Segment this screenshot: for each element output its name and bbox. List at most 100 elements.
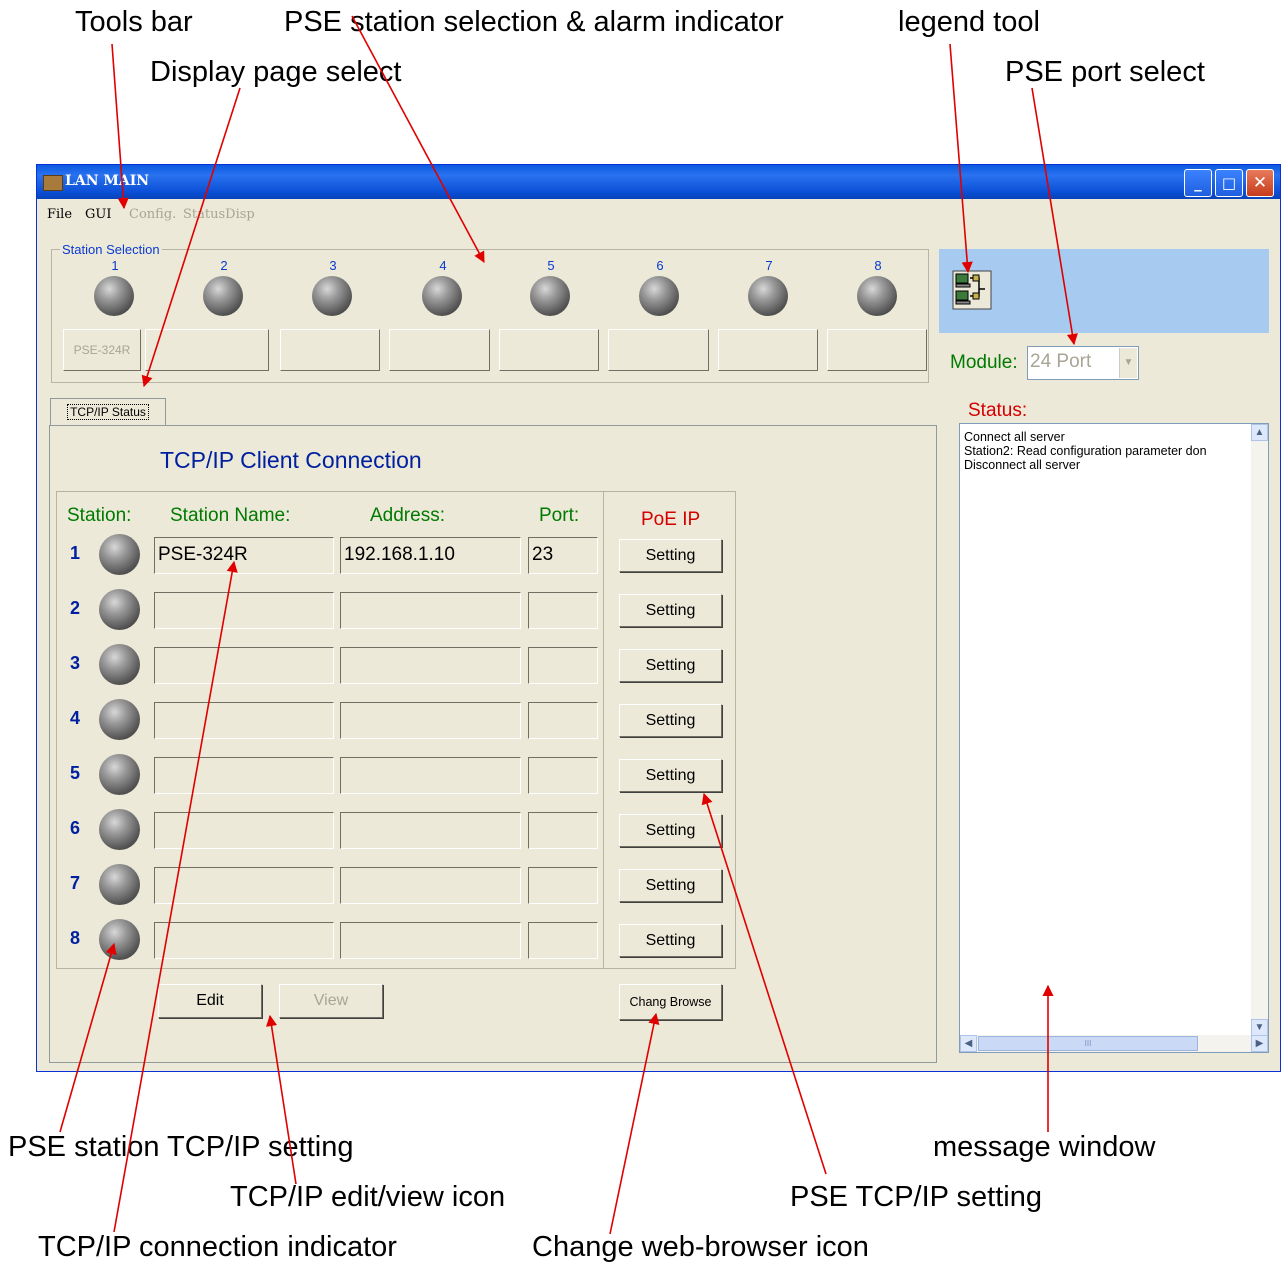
station-button-2[interactable]: [145, 329, 269, 371]
callout-tcpip-edit-view-icon: TCP/IP edit/view icon: [230, 1181, 506, 1213]
port-field[interactable]: [528, 922, 598, 959]
station-name-field[interactable]: [154, 702, 334, 739]
status-label: Status:: [968, 400, 1028, 421]
station-name-field[interactable]: [154, 757, 334, 794]
port-field[interactable]: 23: [528, 537, 598, 574]
station-alarm-led-1: [94, 276, 134, 316]
station-number-1: 1: [111, 258, 119, 273]
chang-browse-button[interactable]: Chang Browse: [619, 984, 722, 1020]
view-button[interactable]: View: [279, 984, 383, 1018]
station-button-8[interactable]: [827, 329, 927, 371]
station-button-7[interactable]: [718, 329, 818, 371]
tcpip-connection-led: [99, 589, 140, 630]
row-number: 2: [70, 598, 81, 618]
header-poe-ip: PoE IP: [641, 509, 701, 530]
chevron-down-icon[interactable]: ▼: [1119, 348, 1137, 378]
horizontal-scrollbar[interactable]: ◀ III ▶: [960, 1035, 1268, 1052]
station-alarm-led-2: [203, 276, 243, 316]
row-number: 1: [70, 543, 81, 563]
scroll-thumb-grip: III: [1084, 1039, 1092, 1048]
maximize-button[interactable]: □: [1215, 169, 1243, 197]
station-name-field[interactable]: [154, 592, 334, 629]
minimize-button[interactable]: _: [1184, 169, 1212, 197]
station-button-3[interactable]: [280, 329, 380, 371]
legend-panel: [939, 249, 1269, 333]
port-field[interactable]: [528, 592, 598, 629]
station-button-6[interactable]: [608, 329, 709, 371]
poe-ip-setting-button[interactable]: Setting: [619, 649, 722, 682]
status-message: Station2: Read configuration parameter d…: [964, 444, 1207, 458]
station-name-field[interactable]: [154, 922, 334, 959]
poe-ip-setting-button[interactable]: Setting: [619, 759, 722, 792]
callout-pse-station-tcpip-setting: PSE station TCP/IP setting: [8, 1131, 354, 1163]
station-number-3: 3: [329, 258, 337, 273]
address-field[interactable]: [340, 922, 521, 959]
callout-pse-port-select: PSE port select: [1005, 56, 1205, 88]
address-field[interactable]: [340, 812, 521, 849]
station-name-field[interactable]: [154, 647, 334, 684]
tcpip-connection-led: [99, 919, 140, 960]
header-station: Station:: [67, 505, 132, 526]
header-station-name: Station Name:: [170, 505, 291, 526]
poe-ip-setting-button[interactable]: Setting: [619, 869, 722, 902]
station-number-4: 4: [439, 258, 447, 273]
edit-button[interactable]: Edit: [158, 984, 262, 1018]
module-label: Module:: [950, 352, 1018, 373]
network-computers-icon[interactable]: [951, 269, 993, 311]
lan-main-window: LAN MAIN _ □ ✕ File GUI Config. StatusDi…: [36, 164, 1281, 1072]
menu-statusdisp[interactable]: StatusDisp: [183, 207, 255, 222]
port-field[interactable]: [528, 757, 598, 794]
scroll-right-icon[interactable]: ▶: [1251, 1035, 1268, 1052]
title-bar[interactable]: LAN MAIN _ □ ✕: [37, 165, 1280, 199]
menu-config[interactable]: Config.: [129, 207, 176, 222]
scroll-thumb[interactable]: III: [978, 1036, 1198, 1051]
module-port-value: 24 Port: [1030, 351, 1092, 372]
port-field[interactable]: [528, 647, 598, 684]
address-field[interactable]: [340, 592, 521, 629]
station-name-field[interactable]: PSE-324R: [154, 537, 334, 574]
tcpip-connection-led: [99, 864, 140, 905]
callout-change-web-browser-icon: Change web-browser icon: [532, 1231, 869, 1263]
poe-ip-setting-button[interactable]: Setting: [619, 594, 722, 627]
station-name-field[interactable]: [154, 867, 334, 904]
address-field[interactable]: [340, 757, 521, 794]
address-field[interactable]: [340, 647, 521, 684]
tcpip-connection-led: [99, 699, 140, 740]
station-button-1[interactable]: PSE-324R: [63, 329, 141, 371]
module-port-select[interactable]: 24 Port ▼: [1027, 346, 1139, 380]
tcpip-connection-led: [99, 534, 140, 575]
port-field[interactable]: [528, 812, 598, 849]
menu-gui[interactable]: GUI: [85, 207, 111, 222]
station-name-field[interactable]: [154, 812, 334, 849]
station-number-7: 7: [765, 258, 773, 273]
poe-ip-setting-button[interactable]: Setting: [619, 539, 722, 572]
callout-display-page-select: Display page select: [150, 56, 402, 88]
station-button-4[interactable]: [389, 329, 490, 371]
callout-tcpip-connection-indicator: TCP/IP connection indicator: [38, 1231, 397, 1263]
app-icon: [43, 175, 63, 191]
scroll-down-icon[interactable]: ▼: [1251, 1019, 1268, 1036]
message-window[interactable]: Connect all server Station2: Read config…: [959, 423, 1269, 1053]
callout-pse-station-selection: PSE station selection & alarm indicator: [284, 6, 784, 38]
poe-ip-setting-button[interactable]: Setting: [619, 814, 722, 847]
menu-file[interactable]: File: [47, 207, 72, 222]
row-number: 5: [70, 763, 81, 783]
close-button[interactable]: ✕: [1246, 169, 1274, 197]
poe-ip-setting-button[interactable]: Setting: [619, 704, 722, 737]
scroll-up-icon[interactable]: ▲: [1251, 424, 1268, 441]
callout-legend-tool: legend tool: [898, 6, 1040, 38]
port-field[interactable]: [528, 702, 598, 739]
station-button-5[interactable]: [499, 329, 599, 371]
poe-ip-divider: [603, 492, 604, 968]
vertical-scrollbar[interactable]: ▲ ▼: [1251, 424, 1268, 1036]
tab-tcpip-status[interactable]: TCP/IP Status: [50, 398, 166, 426]
address-field[interactable]: [340, 702, 521, 739]
station-alarm-led-4: [422, 276, 462, 316]
address-field[interactable]: [340, 867, 521, 904]
row-number: 8: [70, 928, 81, 948]
port-field[interactable]: [528, 867, 598, 904]
poe-ip-setting-button[interactable]: Setting: [619, 924, 722, 957]
scroll-left-icon[interactable]: ◀: [960, 1035, 977, 1052]
row-number: 6: [70, 818, 81, 838]
address-field[interactable]: 192.168.1.10: [340, 537, 521, 574]
